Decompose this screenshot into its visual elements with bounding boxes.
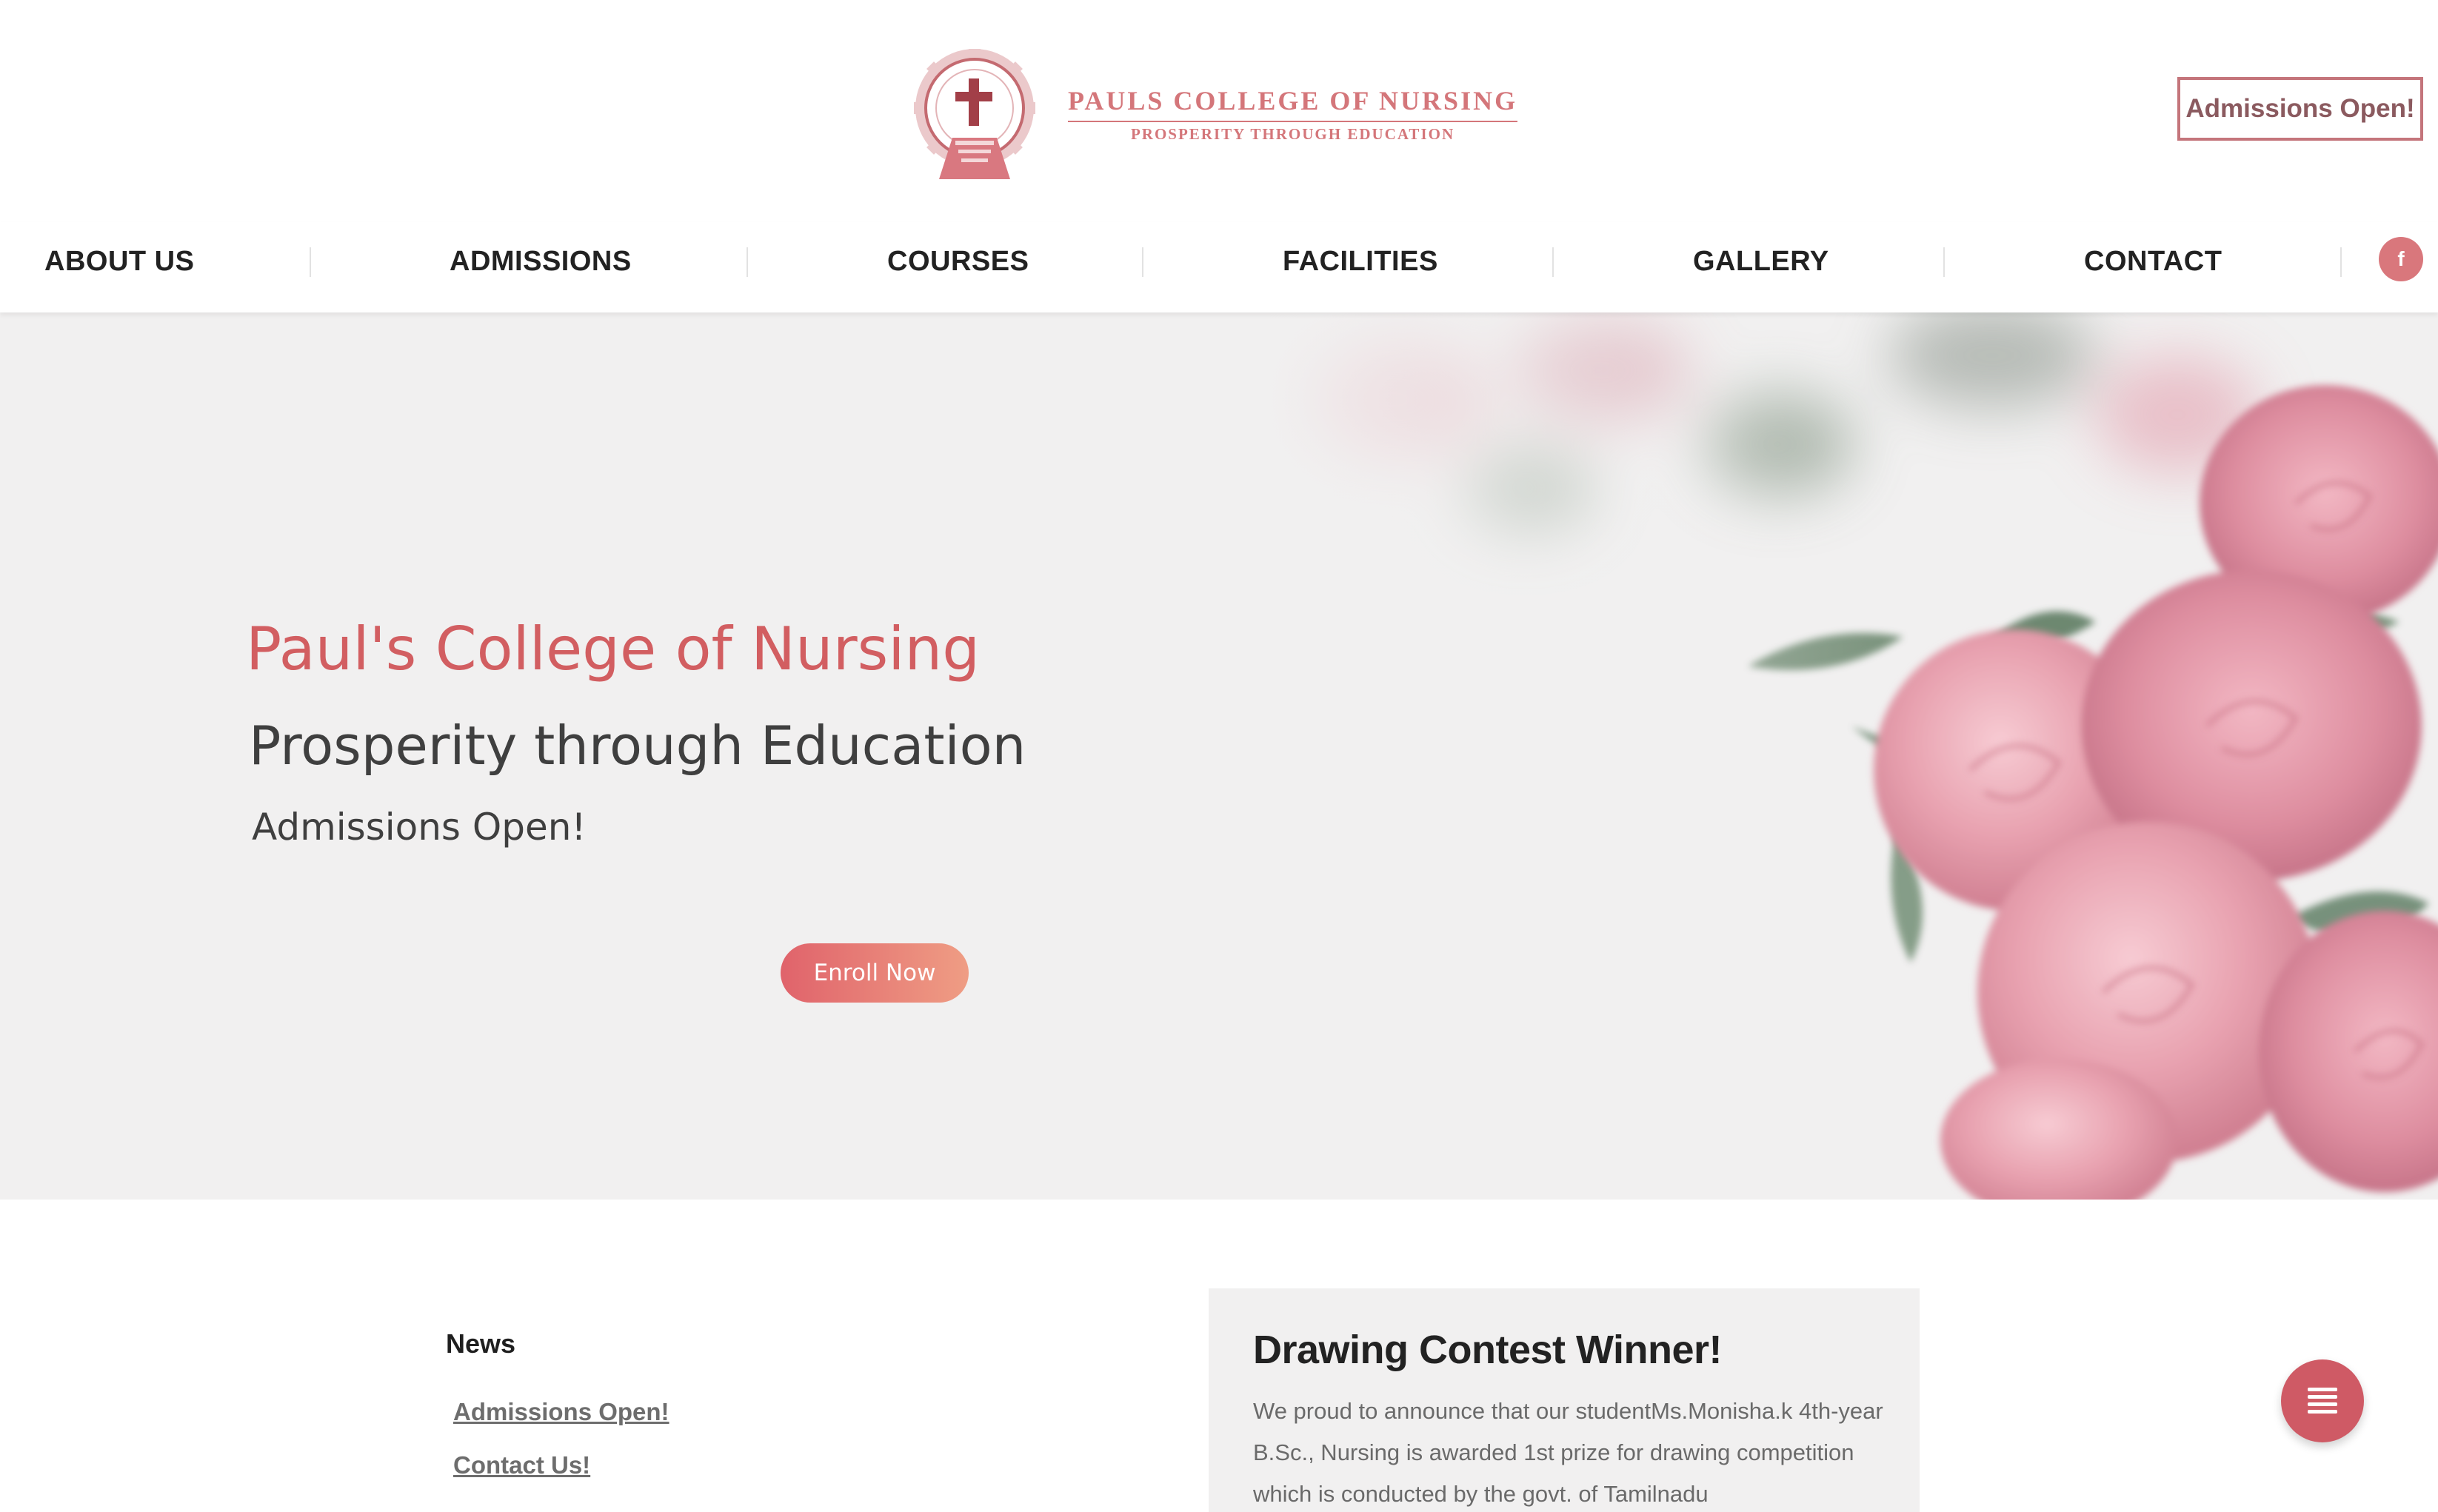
news-link-admissions-open[interactable]: Admissions Open! — [453, 1398, 669, 1426]
nav-divider — [1142, 247, 1143, 277]
main-navigation: ABOUT US ADMISSIONS COURSES FACILITIES G… — [0, 222, 2438, 312]
nav-divider — [1943, 247, 1945, 277]
menu-icon — [2308, 1388, 2337, 1414]
hero-title: Paul's College of Nursing — [246, 615, 980, 683]
logo-divider — [1068, 120, 1518, 122]
news-card-body: We proud to announce that our studentMs.… — [1253, 1398, 1883, 1507]
hero-subtitle: Prosperity through Education — [249, 715, 1026, 777]
hero-admissions-text: Admissions Open! — [252, 806, 587, 849]
enroll-now-button[interactable]: Enroll Now — [781, 943, 969, 1003]
news-card-title: Drawing Contest Winner! — [1253, 1328, 1723, 1372]
nav-item-facilities[interactable]: FACILITIES — [1283, 243, 1438, 280]
nav-divider — [310, 247, 311, 277]
nav-item-about-us[interactable]: ABOUT US — [44, 243, 194, 280]
college-logo[interactable]: PAULS COLLEGE OF NURSING PROSPERITY THRO… — [909, 49, 1518, 179]
roses-background-image — [1215, 311, 2438, 1200]
logo-tagline: PROSPERITY THROUGH EDUCATION — [1130, 124, 1455, 143]
site-header: PAULS COLLEGE OF NURSING PROSPERITY THRO… — [0, 0, 2438, 207]
nav-item-gallery[interactable]: GALLERY — [1693, 243, 1829, 280]
nav-divider — [1552, 247, 1554, 277]
logo-text: PAULS COLLEGE OF NURSING PROSPERITY THRO… — [1068, 85, 1518, 144]
nav-item-contact[interactable]: CONTACT — [2084, 243, 2222, 280]
hero-banner: Paul's College of Nursing Prosperity thr… — [0, 311, 2438, 1200]
nav-divider — [747, 247, 748, 277]
logo-title: PAULS COLLEGE OF NURSING — [1068, 85, 1518, 116]
news-heading: News — [446, 1328, 516, 1359]
admissions-open-button[interactable]: Admissions Open! — [2177, 77, 2423, 141]
nav-divider — [2340, 247, 2342, 277]
nav-item-courses[interactable]: COURSES — [887, 243, 1029, 280]
nav-item-admissions[interactable]: ADMISSIONS — [450, 243, 632, 280]
college-emblem-icon — [914, 49, 1035, 179]
floating-menu-button[interactable] — [2281, 1359, 2364, 1442]
news-card: Drawing Contest Winner! We proud to anno… — [1209, 1288, 1920, 1512]
news-link-contact-us[interactable]: Contact Us! — [453, 1451, 590, 1479]
facebook-icon[interactable]: f — [2379, 237, 2423, 281]
